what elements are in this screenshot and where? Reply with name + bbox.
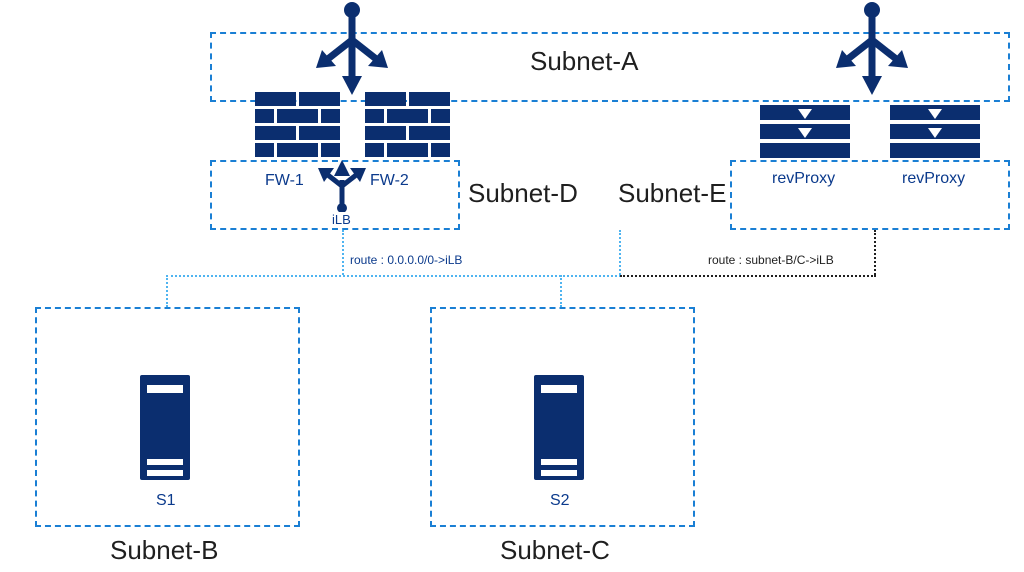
fw-1-label: FW-1	[265, 172, 304, 190]
route-line-dark	[874, 230, 876, 275]
firewall-1-icon	[255, 92, 340, 162]
ilb-label: iLB	[332, 212, 351, 227]
subnet-d-label: Subnet-D	[468, 178, 578, 209]
subnet-e-label: Subnet-E	[618, 178, 726, 209]
route-line	[166, 275, 168, 307]
load-balancer-icon	[832, 0, 912, 95]
route-right-label: route : subnet-B/C->iLB	[708, 253, 834, 267]
subnet-b-label: Subnet-B	[110, 535, 218, 566]
subnet-c-label: Subnet-C	[500, 535, 610, 566]
subnet-a-label: Subnet-A	[530, 46, 638, 77]
server-s2-icon	[534, 375, 584, 480]
route-line	[619, 230, 621, 275]
route-line-dark	[620, 275, 876, 277]
route-left-label: route : 0.0.0.0/0->iLB	[350, 253, 462, 267]
revproxy-1-label: revProxy	[772, 170, 835, 188]
revproxy-2-icon	[890, 105, 980, 158]
load-balancer-icon	[312, 0, 392, 95]
revproxy-2-label: revProxy	[902, 170, 965, 188]
route-line	[560, 275, 562, 307]
server-s1-icon	[140, 375, 190, 480]
server-s1-label: S1	[156, 492, 176, 510]
firewall-2-icon	[365, 92, 450, 162]
route-line	[166, 275, 621, 277]
fw-2-label: FW-2	[370, 172, 409, 190]
server-s2-label: S2	[550, 492, 570, 510]
revproxy-1-icon	[760, 105, 850, 158]
route-line	[342, 230, 344, 275]
internal-lb-icon	[318, 156, 366, 217]
